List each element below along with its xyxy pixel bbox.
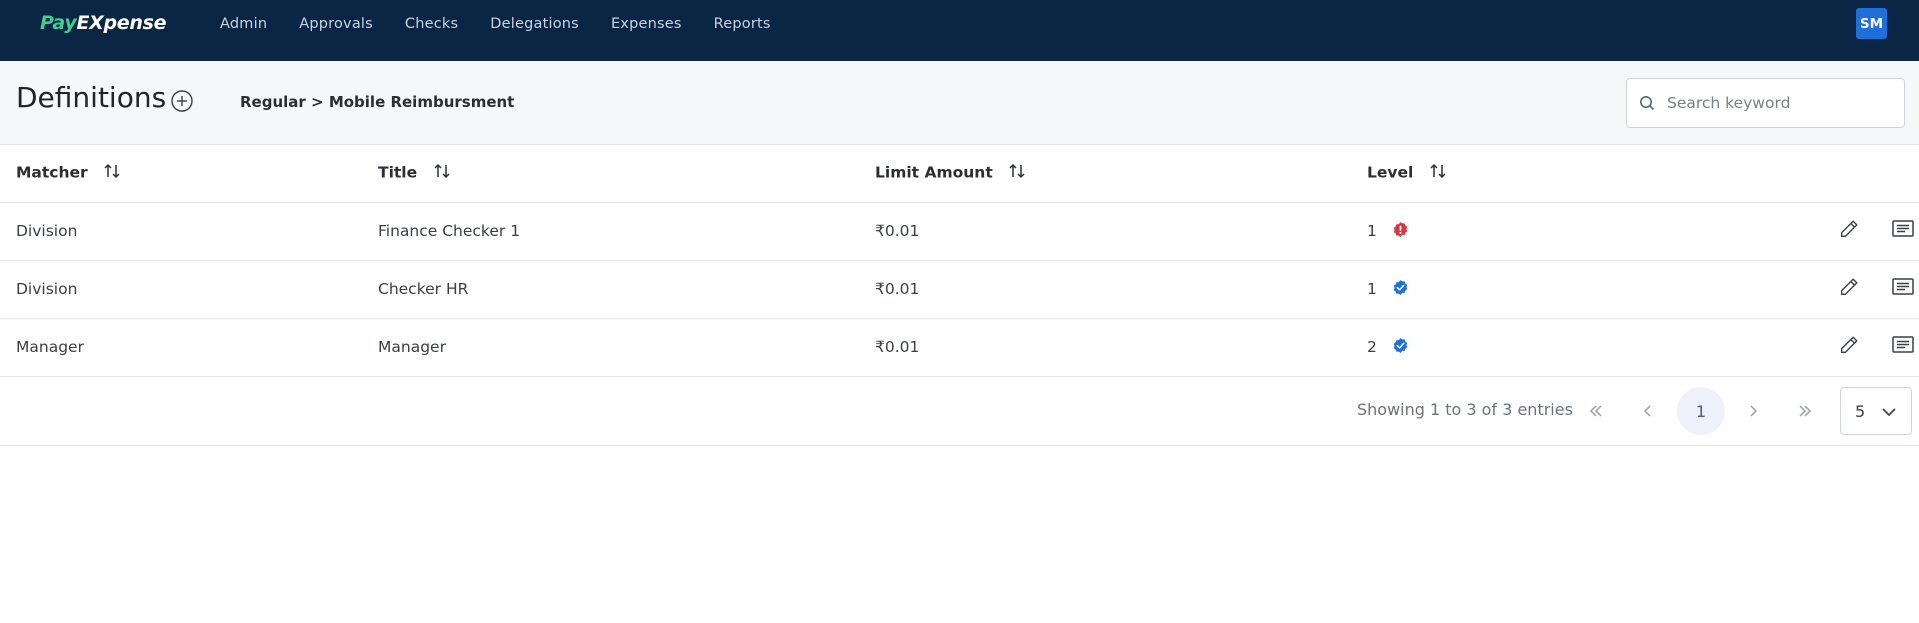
table-header-row: Matcher Title Limit Amount Level: [0, 145, 1919, 202]
chevron-down-icon: [1882, 408, 1896, 417]
exclamation-badge-icon: [1392, 221, 1409, 242]
nav-item-delegations[interactable]: Delegations: [490, 16, 579, 32]
logo-text-expense: EXpense: [76, 12, 167, 34]
last-page-icon[interactable]: [1781, 387, 1829, 435]
pagination-info: Showing 1 to 3 of 3 entries: [1357, 400, 1573, 419]
column-header-label: Matcher: [16, 163, 88, 182]
cell-matcher: Division: [16, 222, 78, 240]
first-page-icon[interactable]: [1572, 387, 1620, 435]
cell-level: 1: [1367, 260, 1767, 318]
column-header-actions: [1767, 145, 1919, 202]
search-box: [1626, 78, 1905, 128]
sort-icon[interactable]: [1008, 162, 1026, 184]
user-avatar[interactable]: SM: [1856, 8, 1887, 39]
cell-title: Checker HR: [378, 280, 469, 298]
cell-matcher: Division: [16, 280, 78, 298]
sort-icon[interactable]: [103, 162, 121, 184]
table-row[interactable]: Division Checker HR ₹0.01 1: [0, 260, 1919, 318]
next-page-icon[interactable]: [1729, 387, 1777, 435]
prev-page-icon[interactable]: [1624, 387, 1672, 435]
notes-icon[interactable]: [1891, 334, 1915, 360]
nav-item-admin[interactable]: Admin: [220, 16, 267, 32]
nav-item-checks[interactable]: Checks: [405, 16, 458, 32]
cell-title: Manager: [378, 338, 446, 356]
cell-level: 1: [1367, 202, 1767, 260]
column-header-label: Level: [1367, 163, 1414, 182]
page-size-select[interactable]: 5: [1840, 387, 1912, 435]
sort-icon[interactable]: [1429, 162, 1447, 184]
nav-item-expenses[interactable]: Expenses: [611, 16, 682, 32]
column-header-matcher[interactable]: Matcher: [0, 145, 378, 202]
cell-actions: [1767, 202, 1919, 260]
pencil-icon[interactable]: [1838, 334, 1860, 360]
level-value: 1: [1367, 221, 1377, 240]
notes-icon[interactable]: [1891, 276, 1915, 302]
column-header-title[interactable]: Title: [378, 145, 875, 202]
cell-actions: [1767, 318, 1919, 376]
notes-icon[interactable]: [1891, 218, 1915, 244]
logo-text-pay: Pay: [40, 12, 77, 34]
table-row[interactable]: Division Finance Checker 1 ₹0.01 1: [0, 202, 1919, 260]
level-value: 1: [1367, 279, 1377, 298]
main-nav: Admin Approvals Checks Delegations Expen…: [220, 0, 803, 47]
search-icon: [1640, 96, 1655, 111]
page-header: Definitions Regular > Mobile Reimbursmen…: [0, 61, 1919, 145]
column-header-limit-amount[interactable]: Limit Amount: [875, 145, 1367, 202]
verified-badge-icon: [1392, 279, 1409, 300]
page-title: Definitions: [16, 81, 167, 114]
pencil-icon[interactable]: [1838, 218, 1860, 244]
cell-level: 2: [1367, 318, 1767, 376]
verified-badge-icon: [1392, 337, 1409, 358]
top-navbar: PayEXpense Admin Approvals Checks Delega…: [0, 0, 1919, 61]
pencil-icon[interactable]: [1838, 276, 1860, 302]
column-header-label: Limit Amount: [875, 163, 993, 182]
definitions-table: Matcher Title Limit Amount Level Divisio…: [0, 145, 1919, 377]
cell-limit-amount: ₹0.01: [875, 280, 920, 298]
cell-title: Finance Checker 1: [378, 222, 521, 240]
nav-item-approvals[interactable]: Approvals: [299, 16, 373, 32]
breadcrumb: Regular > Mobile Reimbursment: [240, 93, 515, 111]
nav-item-reports[interactable]: Reports: [714, 16, 771, 32]
pagination-bar: Showing 1 to 3 of 3 entries 1 5: [0, 376, 1919, 446]
cell-matcher: Manager: [16, 338, 84, 356]
cell-limit-amount: ₹0.01: [875, 338, 920, 356]
cell-actions: [1767, 260, 1919, 318]
app-logo[interactable]: PayEXpense: [40, 12, 166, 34]
table-row[interactable]: Manager Manager ₹0.01 2: [0, 318, 1919, 376]
level-value: 2: [1367, 337, 1377, 356]
plus-circle-icon[interactable]: [170, 89, 194, 113]
column-header-level[interactable]: Level: [1367, 145, 1767, 202]
cell-limit-amount: ₹0.01: [875, 222, 920, 240]
sort-icon[interactable]: [433, 162, 451, 184]
search-input[interactable]: [1667, 79, 1897, 127]
page-size-value: 5: [1855, 402, 1866, 421]
page-button-current[interactable]: 1: [1677, 387, 1725, 435]
column-header-label: Title: [378, 163, 418, 182]
